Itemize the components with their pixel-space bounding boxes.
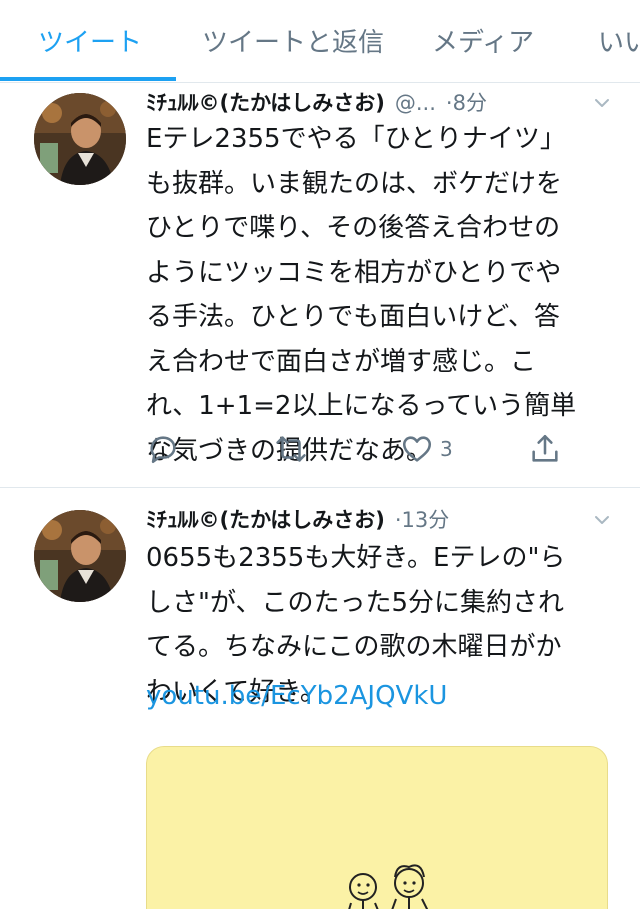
like-icon (402, 436, 432, 462)
display-name[interactable]: ﾐﾁｭﾙﾙ©(たかはしみさお) (146, 91, 385, 115)
like-button[interactable]: 3 (400, 429, 453, 469)
separator-dot: · (445, 91, 453, 115)
chevron-down-icon[interactable] (594, 512, 610, 528)
profile-tab-bar: ツイート ツイートと返信 メディア いいね (0, 0, 640, 83)
card-illustration (348, 864, 429, 909)
avatar[interactable] (34, 93, 126, 185)
retweet-icon (276, 436, 306, 462)
active-tab-indicator (0, 77, 176, 81)
display-name[interactable]: ﾐﾁｭﾙﾙ©(たかはしみさお) (146, 508, 385, 532)
tweet[interactable]: ﾐﾁｭﾙﾙ©(たかはしみさお) @... ·8分 Eテレ2355でやる「ひとりナイツ… (0, 83, 640, 488)
chevron-down-icon[interactable] (594, 95, 610, 111)
tweet-actions: 3 (146, 429, 566, 469)
link-preview-card[interactable] (146, 746, 608, 909)
tweet-text: Eテレ2355でやる「ひとりナイツ」 も抜群。いま観たのは、ボケだけを ひとりで… (146, 124, 577, 466)
tab-likes[interactable]: いいね (598, 22, 640, 59)
share-icon (532, 434, 558, 462)
timestamp[interactable]: 8分 (453, 91, 487, 115)
retweet-button[interactable] (274, 429, 308, 469)
separator-dot: · (394, 508, 402, 532)
like-count: 3 (440, 437, 453, 461)
tweet-header: ﾐﾁｭﾙﾙ©(たかはしみさお) ·13分 (146, 504, 620, 538)
user-handle[interactable]: @... (395, 91, 436, 115)
tab-media[interactable]: メディア (432, 22, 534, 59)
timestamp[interactable]: 13分 (402, 508, 450, 532)
reply-icon (150, 436, 176, 464)
tab-tweets-and-replies[interactable]: ツイートと返信 (202, 22, 384, 59)
avatar[interactable] (34, 510, 126, 602)
tweet-header: ﾐﾁｭﾙﾙ©(たかはしみさお) @... ·8分 (146, 87, 620, 121)
reply-button[interactable] (146, 429, 180, 469)
share-button[interactable] (528, 429, 562, 469)
tweet[interactable]: ﾐﾁｭﾙﾙ©(たかはしみさお) ·13分 0655も2355も大好き。Eテレの"ら… (0, 488, 640, 909)
tab-tweets[interactable]: ツイート (38, 22, 142, 59)
tweet-link[interactable]: youtu.be/EcYb2AJQVkU (146, 681, 447, 711)
